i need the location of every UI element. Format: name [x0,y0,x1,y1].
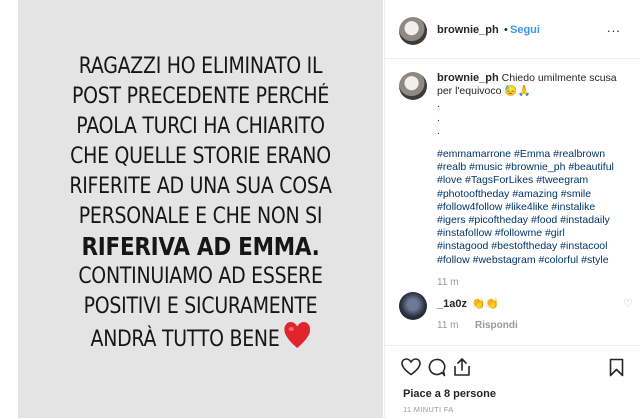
hashtag-line[interactable]: #igers #picoftheday #food #instadaily [437,214,640,227]
hashtag-line[interactable]: #realb #music #brownie_ph #beautiful [437,161,640,174]
comment-text: 👏👏 [471,298,499,310]
story-line-5: RIFERITE AD UNA SUA COSA [69,174,332,199]
comment-bubble-icon[interactable] [427,358,446,382]
caption-text-1: Chiedo umilmente scusa [501,72,617,84]
caption-timestamp: 11 m [437,277,459,288]
story-image[interactable]: RAGAZZI HO ELIMINATO IL POST PRECEDENTE … [18,0,383,418]
like-heart-icon[interactable] [401,358,421,381]
story-line-9: POSITIVI E SICURAMENTE [83,294,318,319]
caption-username[interactable]: brownie_ph [437,72,499,84]
follow-button[interactable]: Segui [510,24,540,36]
comment-timestamp: 11 m [437,320,459,331]
hashtag-line[interactable]: #follow #webstagram #colorful #style [437,254,640,267]
story-line-3: PAOLA TURCI HA CHIARITO [76,114,325,139]
comment-like-icon[interactable]: ♡ [623,297,633,310]
more-options-button[interactable]: ... [607,20,621,35]
story-line-7: RIFERIVA AD EMMA. [81,232,320,261]
story-line-1: RAGAZZI HO ELIMINATO IL [78,54,323,79]
caption: brownie_ph Chiedo umilmente scusa per l'… [437,72,637,138]
hashtags: #emmamarrone #Emma #realbrown #realb #mu… [437,148,640,267]
story-line-4: CHE QUELLE STORIE ERANO [70,144,331,169]
avatar[interactable] [399,17,427,45]
comment: _1a0z 👏👏 [437,294,499,312]
story-line-6: PERSONALE E CHE NON SI [78,204,323,229]
caption-dot: . [437,98,440,111]
action-bar: Piace a 8 persone 11 MINUTI FA [385,345,640,419]
instagram-post: RAGAZZI HO ELIMINATO IL POST PRECEDENTE … [18,0,640,418]
comment-avatar[interactable] [399,292,427,320]
story-line-10-text: ANDRÀ TUTTO BENE [90,327,280,352]
hashtag-line[interactable]: #photooftheday #amazing #smile [437,188,640,201]
header-username[interactable]: brownie_ph [437,24,499,36]
caption-dot: . [437,124,440,137]
story-line-8: CONTINUIAMO AD ESSERE [78,264,323,289]
caption-avatar[interactable] [399,72,427,100]
caption-line-1: brownie_ph Chiedo umilmente scusa [437,72,637,85]
hashtag-line[interactable]: #instafollow #followme #girl [437,227,640,240]
story-text: RAGAZZI HO ELIMINATO IL POST PRECEDENTE … [18,52,383,358]
caption-dot: . [437,111,440,124]
caption-text-2: per l'equivoco 😓🙏 [437,85,531,98]
likes-count[interactable]: Piace a 8 persone [403,388,496,400]
post-sidebar: brownie_ph • Segui ... brownie_ph Chiedo… [384,0,640,418]
post-time-ago: 11 MINUTI FA [403,405,454,414]
story-line-2: POST PRECEDENTE PERCHÉ [71,84,330,109]
heart-icon [284,322,311,358]
hashtag-line[interactable]: #emmamarrone #Emma #realbrown [437,148,640,161]
share-icon[interactable] [453,357,471,382]
hashtag-line[interactable]: #love #TagsForLikes #tweegram [437,174,640,187]
bookmark-icon[interactable] [609,358,624,382]
story-line-10: ANDRÀ TUTTO BENE [44,322,358,358]
reply-button[interactable]: Rispondi [475,320,518,331]
comment-username[interactable]: _1a0z [437,298,467,310]
post-header: brownie_ph • Segui ... [385,0,640,59]
separator-dot: • [504,24,508,36]
hashtag-line[interactable]: #instagood #bestoftheday #instacool [437,240,640,253]
hashtag-line[interactable]: #follow4follow #like4like #instalike [437,201,640,214]
